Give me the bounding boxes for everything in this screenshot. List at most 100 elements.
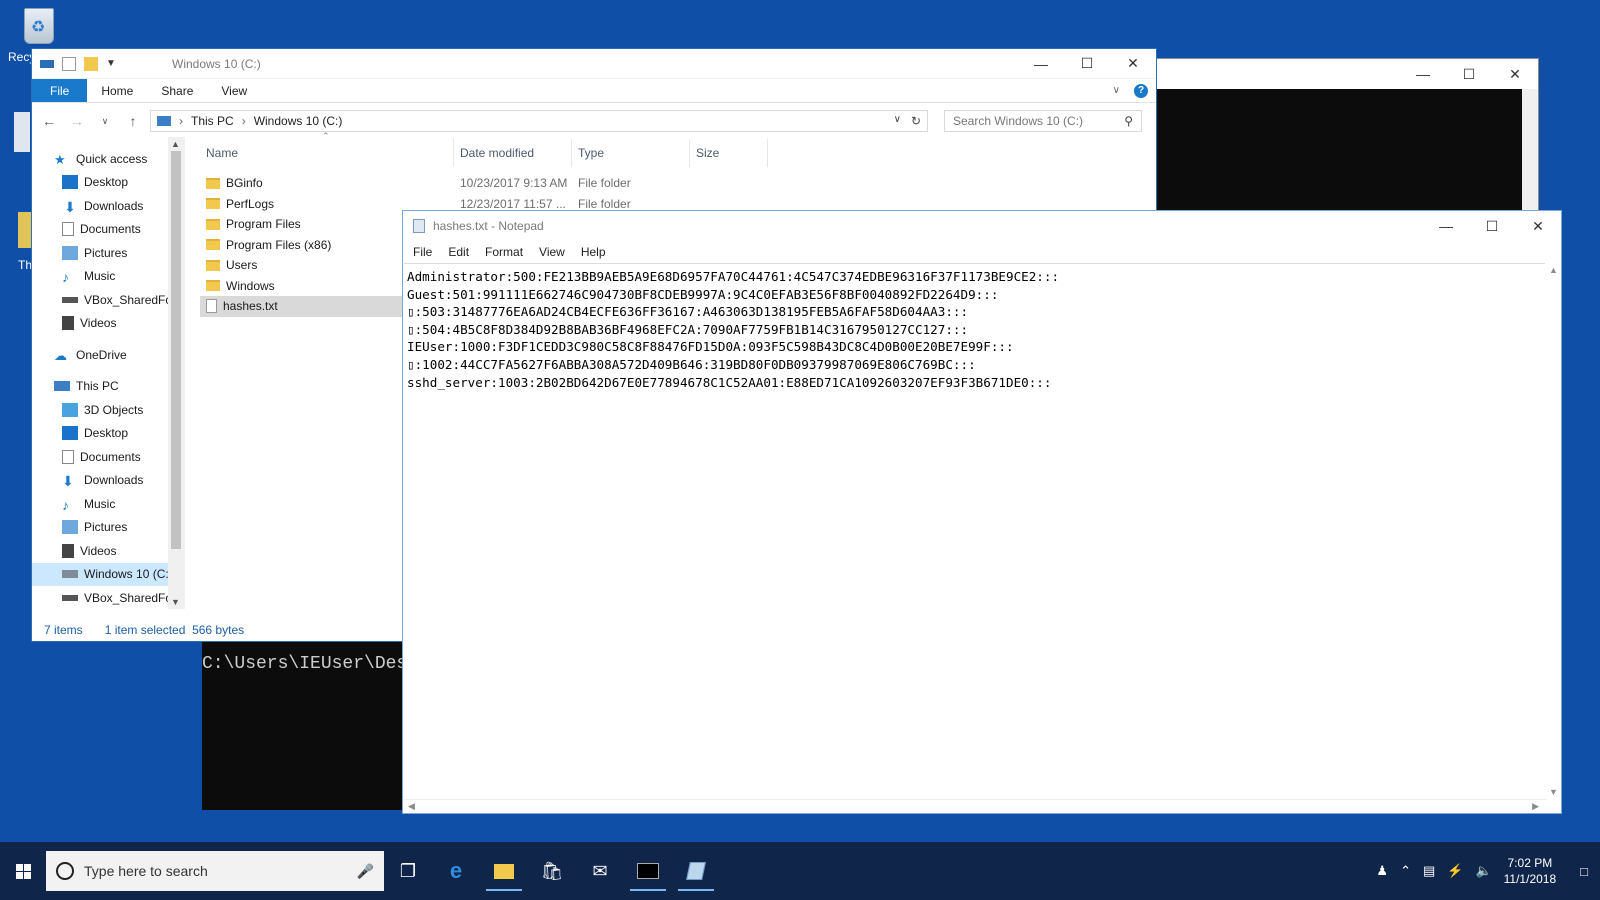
column-header-name[interactable]: Name [200,139,454,167]
file-row-selected[interactable]: hashes.txt [200,296,406,317]
ribbon-tab-home[interactable]: Home [87,79,147,102]
notepad-window[interactable]: hashes.txt - Notepad — ☐ ✕ File Edit For… [402,210,1562,814]
minimize-icon[interactable]: — [1423,211,1469,241]
recent-locations-icon[interactable]: ∨ [94,116,116,127]
maximize-icon[interactable]: ☐ [1446,59,1492,89]
nav-this-pc[interactable]: This PC [32,375,184,399]
volume-icon[interactable]: 🔈 [1475,863,1491,879]
nav-item-pc-downloads[interactable]: ⬇ Downloads [32,469,184,493]
nav-scrollbar[interactable]: ▲ ▼ [168,137,185,609]
search-input[interactable]: Search Windows 10 (C:) [953,114,1083,128]
navigation-pane[interactable]: ★Quick access Desktop📌 ⬇Downloads📌 Docum… [32,139,184,609]
breadcrumb-separator-icon[interactable]: › [179,114,183,128]
recycle-bin-graphic [24,8,54,44]
column-header-type[interactable]: Type [572,139,690,167]
scroll-up-icon[interactable]: ▲ [1549,265,1558,275]
address-bar[interactable]: › This PC › Windows 10 (C:) ∨ ↻ [150,110,928,132]
desktop-file-icon[interactable] [18,212,32,248]
edge-icon[interactable]: e [432,851,480,891]
nav-item-desktop[interactable]: Desktop📌 [32,171,184,195]
up-arrow-icon[interactable]: ↑ [122,113,144,129]
scroll-thumb[interactable] [171,151,181,549]
search-box[interactable]: Search Windows 10 (C:) ⚲ [944,110,1142,132]
address-dropdown-icon[interactable]: ∨ [894,114,901,128]
column-header-date[interactable]: Date modified [454,139,572,167]
nav-item-pc-pictures[interactable]: Pictures [32,516,184,540]
file-row[interactable]: BGinfo 10/23/2017 9:13 AM File folder [200,173,1156,194]
taskbar-search[interactable]: Type here to search 🎤 [46,851,384,891]
ribbon-tab-view[interactable]: View [207,79,261,102]
desktop-shortcut-icon[interactable] [14,112,30,152]
scroll-down-icon[interactable]: ▼ [1549,787,1558,797]
nav-item-music[interactable]: ♪ Music [32,265,184,289]
scroll-right-icon[interactable]: ▶ [1532,801,1539,812]
nav-item-videos[interactable]: Videos [32,312,184,336]
forward-arrow-icon[interactable]: → [66,113,88,129]
menu-help[interactable]: Help [575,245,612,259]
nav-item-c-drive[interactable]: Windows 10 (C:) [32,562,184,586]
text-editor[interactable]: Administrator:500:FE213BB9AEB5A9E68D6957… [404,263,1547,803]
maximize-icon[interactable]: ☐ [1064,49,1110,79]
nav-item-3d-objects[interactable]: 3D Objects [32,398,184,422]
breadcrumb-separator-icon[interactable]: › [242,114,246,128]
breadcrumb-this-pc[interactable]: This PC [191,114,234,128]
store-icon[interactable]: 🛍 [528,851,576,891]
menu-file[interactable]: File [407,245,438,259]
start-button[interactable] [0,851,46,891]
action-center-icon[interactable]: □ [1580,864,1588,879]
microphone-icon[interactable]: 🎤 [357,863,374,880]
people-icon[interactable]: ♟ [1376,863,1388,879]
scroll-up-icon[interactable]: ▲ [171,139,180,149]
expand-ribbon-icon[interactable]: ∨ [1113,85,1120,96]
cmd-window[interactable]: — ☐ ✕ [1131,58,1539,219]
nav-item-pc-videos[interactable]: Videos [32,539,184,563]
clock[interactable]: 7:02 PM 11/1/2018 [1504,855,1557,887]
cmd-scrollbar[interactable] [1522,89,1538,219]
task-view-icon[interactable]: ❐ [384,851,432,891]
close-icon[interactable]: ✕ [1515,211,1561,241]
nav-item-pc-desktop[interactable]: Desktop [32,422,184,446]
cmd-taskbar-icon[interactable] [624,851,672,891]
new-folder-icon[interactable] [84,56,98,71]
refresh-icon[interactable]: ↻ [911,114,921,128]
menu-format[interactable]: Format [479,245,529,259]
maximize-icon[interactable]: ☐ [1469,211,1515,241]
properties-icon[interactable] [62,56,76,71]
minimize-icon[interactable]: — [1018,49,1064,79]
network-icon[interactable]: ▤ [1423,863,1435,879]
customize-toolbar-icon[interactable]: ▼ [106,58,116,69]
show-hidden-icons-icon[interactable]: ⌃ [1400,863,1411,879]
help-icon[interactable]: ? [1134,83,1148,98]
ribbon-tab-file[interactable]: File [32,79,88,102]
breadcrumb-drive[interactable]: Windows 10 (C:) [254,114,343,128]
file-explorer-taskbar-icon[interactable] [480,851,528,891]
search-icon[interactable]: ⚲ [1124,114,1133,128]
cmd-console-visible[interactable]: C:\Users\IEUser\Des [202,630,412,810]
nav-item-pictures[interactable]: Pictures📌 [32,241,184,265]
cmd-console[interactable] [1132,89,1524,219]
nav-item-pc-vbox-shared[interactable]: VBox_SharedFolder [32,586,184,609]
nav-quick-access[interactable]: ★ Quick access [32,147,184,171]
ribbon-tab-share[interactable]: Share [147,79,207,102]
notepad-taskbar-icon[interactable] [672,851,720,891]
nav-item-pc-music[interactable]: ♪ Music [32,492,184,516]
nav-item-pc-documents[interactable]: Documents [32,445,184,469]
horizontal-scrollbar[interactable]: ◀ ▶ [404,799,1547,813]
column-header-size[interactable]: Size [690,139,768,167]
scroll-down-icon[interactable]: ▼ [171,597,180,607]
menu-view[interactable]: View [533,245,571,259]
minimize-icon[interactable]: — [1400,59,1446,89]
nav-item-documents[interactable]: Documents📌 [32,218,184,242]
mail-icon[interactable]: ✉ [576,851,624,891]
menu-edit[interactable]: Edit [442,245,475,259]
nav-item-vbox-shared[interactable]: VBox_SharedFolder [32,288,184,312]
vertical-scrollbar[interactable]: ▲ ▼ [1545,263,1561,799]
power-icon[interactable]: ⚡ [1447,863,1463,879]
taskbar-search-input[interactable]: Type here to search [84,863,208,879]
nav-onedrive[interactable]: ☁ OneDrive [32,343,184,367]
close-icon[interactable]: ✕ [1492,59,1538,89]
close-icon[interactable]: ✕ [1110,49,1156,79]
back-arrow-icon[interactable]: ← [38,113,60,129]
nav-item-downloads[interactable]: ⬇Downloads📌 [32,194,184,218]
scroll-left-icon[interactable]: ◀ [408,801,415,812]
